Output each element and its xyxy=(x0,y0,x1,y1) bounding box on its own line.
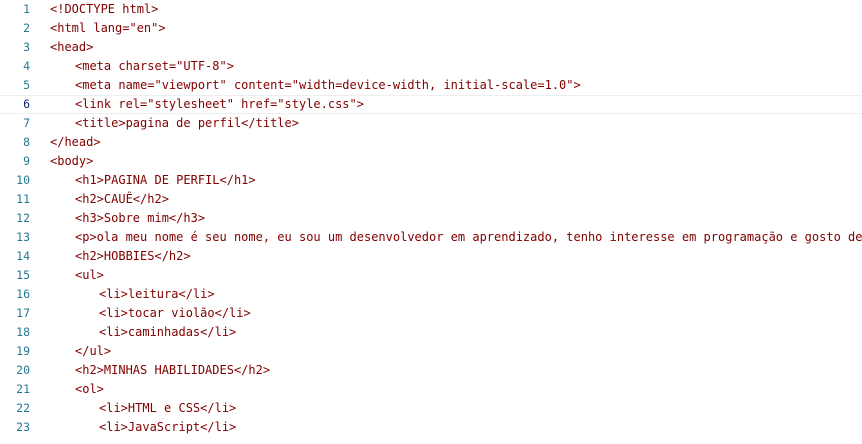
code-text[interactable]: <h1>PAGINA DE PERFIL</h1> xyxy=(75,171,256,190)
line-number: 23 xyxy=(16,420,30,434)
li-token: <li>HTML e CSS</li> xyxy=(99,401,237,415)
line-number: 15 xyxy=(16,268,30,282)
head-close-token: </head> xyxy=(50,135,101,149)
link-stylesheet-token: <link rel="stylesheet" href="style.css"> xyxy=(75,97,364,111)
line-number: 21 xyxy=(16,382,30,396)
code-text[interactable]: <html lang="en"> xyxy=(50,19,166,38)
code-text[interactable]: <meta charset="UTF-8"> xyxy=(75,57,234,76)
line-number: 19 xyxy=(16,344,30,358)
line-number: 10 xyxy=(16,173,30,187)
code-line-5[interactable]: 5 <meta name="viewport" content="width=d… xyxy=(0,76,862,95)
code-line-19[interactable]: 19 </ul> xyxy=(0,342,862,361)
code-line-2[interactable]: 2 <html lang="en"> xyxy=(0,19,862,38)
h3-token: <h3>Sobre mim</h3> xyxy=(75,211,206,225)
code-line-22[interactable]: 22 <li>HTML e CSS</li> xyxy=(0,399,862,418)
ul-close-token: </ul> xyxy=(75,344,112,358)
code-line-23[interactable]: 23 <li>JavaScript</li> xyxy=(0,418,862,437)
code-line-10[interactable]: 10 <h1>PAGINA DE PERFIL</h1> xyxy=(0,171,862,190)
ul-open-token: <ul> xyxy=(75,268,104,282)
li-token: <li>caminhadas</li> xyxy=(99,325,237,339)
li-token: <li>tocar violão</li> xyxy=(99,306,251,320)
code-text[interactable]: </ul> xyxy=(75,342,111,361)
h2-token: <h2>CAUÊ</h2> xyxy=(75,192,169,206)
code-line-16[interactable]: 16 <li>leitura</li> xyxy=(0,285,862,304)
paragraph-token: <p>ola meu nome é seu nome, eu sou um de… xyxy=(75,230,862,244)
code-line-18[interactable]: 18 <li>caminhadas</li> xyxy=(0,323,862,342)
line-number: 9 xyxy=(23,154,30,168)
line-number: 3 xyxy=(23,40,30,54)
code-line-4[interactable]: 4 <meta charset="UTF-8"> xyxy=(0,57,862,76)
code-text[interactable]: <li>tocar violão</li> xyxy=(99,304,251,323)
code-line-21[interactable]: 21 <ol> xyxy=(0,380,862,399)
line-number: 22 xyxy=(16,401,30,415)
meta-charset-token: <meta charset="UTF-8"> xyxy=(75,59,234,73)
html-open-token: <html lang="en"> xyxy=(50,21,166,35)
code-line-6[interactable]: 6 <link rel="stylesheet" href="style.css… xyxy=(0,95,862,114)
code-text[interactable]: <h3>Sobre mim</h3> xyxy=(75,209,205,228)
code-text[interactable]: <li>HTML e CSS</li> xyxy=(99,399,236,418)
code-text[interactable]: <ul> xyxy=(75,266,104,285)
head-open-token: <head> xyxy=(50,40,94,54)
code-text[interactable]: <li>caminhadas</li> xyxy=(99,323,236,342)
ol-open-token: <ol> xyxy=(75,382,104,396)
body-open-token: <body> xyxy=(50,154,94,168)
line-number: 11 xyxy=(16,192,30,206)
line-number: 14 xyxy=(16,249,30,263)
line-number: 4 xyxy=(23,59,30,73)
code-line-11[interactable]: 11 <h2>CAUÊ</h2> xyxy=(0,190,862,209)
code-line-15[interactable]: 15 <ul> xyxy=(0,266,862,285)
line-number: 8 xyxy=(23,135,30,149)
code-text[interactable]: <h2>MINHAS HABILIDADES</h2> xyxy=(75,361,270,380)
code-text[interactable]: </head> xyxy=(50,133,101,152)
line-number: 6 xyxy=(23,97,30,111)
line-number: 12 xyxy=(16,211,30,225)
code-line-12[interactable]: 12 <h3>Sobre mim</h3> xyxy=(0,209,862,228)
line-number: 5 xyxy=(23,78,30,92)
code-text[interactable]: <head> xyxy=(50,38,93,57)
code-text[interactable]: <body> xyxy=(50,152,93,171)
code-text[interactable]: <ol> xyxy=(75,380,104,399)
h2-token: <h2>HOBBIES</h2> xyxy=(75,249,191,263)
line-number: 7 xyxy=(23,116,30,130)
code-text[interactable]: <p>ola meu nome é seu nome, eu sou um de… xyxy=(75,228,862,247)
code-text[interactable]: <li>JavaScript</li> xyxy=(99,418,236,437)
code-line-7[interactable]: 7 <title>pagina de perfil</title> xyxy=(0,114,862,133)
doctype-token: <!DOCTYPE html> xyxy=(50,2,159,16)
code-text[interactable]: <li>leitura</li> xyxy=(99,285,215,304)
code-line-3[interactable]: 3 <head> xyxy=(0,38,862,57)
line-number: 1 xyxy=(23,2,30,16)
code-text[interactable]: <!DOCTYPE html> xyxy=(50,0,158,19)
li-token: <li>JavaScript</li> xyxy=(99,420,237,434)
line-number: 18 xyxy=(16,325,30,339)
code-editor[interactable]: 1 <!DOCTYPE html> 2 <html lang="en"> 3 <… xyxy=(0,0,862,444)
code-line-9[interactable]: 9 <body> xyxy=(0,152,862,171)
line-number: 16 xyxy=(16,287,30,301)
code-line-8[interactable]: 8 </head> xyxy=(0,133,862,152)
code-text[interactable]: <link rel="stylesheet" href="style.css"> xyxy=(75,95,364,114)
meta-viewport-token: <meta name="viewport" content="width=dev… xyxy=(75,78,581,92)
code-text[interactable]: <title>pagina de perfil</title> xyxy=(75,114,299,133)
code-line-13[interactable]: 13 <p>ola meu nome é seu nome, eu sou um… xyxy=(0,228,862,247)
h1-token: <h1>PAGINA DE PERFIL</h1> xyxy=(75,173,256,187)
code-text[interactable]: <h2>CAUÊ</h2> xyxy=(75,190,169,209)
line-number: 17 xyxy=(16,306,30,320)
h2-token: <h2>MINHAS HABILIDADES</h2> xyxy=(75,363,271,377)
code-line-1[interactable]: 1 <!DOCTYPE html> xyxy=(0,0,862,19)
code-line-17[interactable]: 17 <li>tocar violão</li> xyxy=(0,304,862,323)
code-line-14[interactable]: 14 <h2>HOBBIES</h2> xyxy=(0,247,862,266)
line-number: 13 xyxy=(16,230,30,244)
li-token: <li>leitura</li> xyxy=(99,287,215,301)
line-number: 2 xyxy=(23,21,30,35)
code-text[interactable]: <meta name="viewport" content="width=dev… xyxy=(75,76,581,95)
code-line-20[interactable]: 20 <h2>MINHAS HABILIDADES</h2> xyxy=(0,361,862,380)
title-token: <title>pagina de perfil</title> xyxy=(75,116,299,130)
code-text[interactable]: <h2>HOBBIES</h2> xyxy=(75,247,191,266)
line-number: 20 xyxy=(16,363,30,377)
